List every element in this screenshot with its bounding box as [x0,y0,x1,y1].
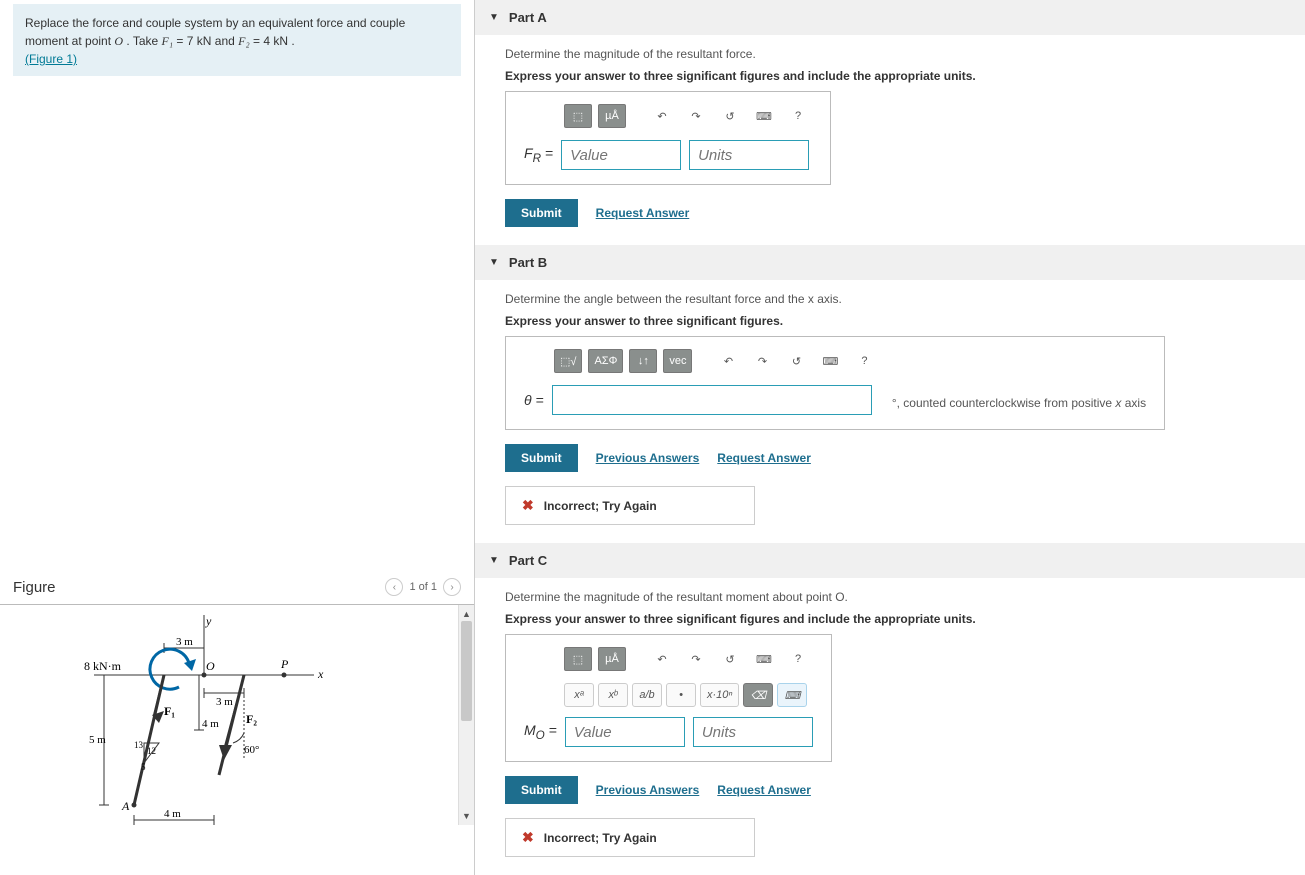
svg-text:13: 13 [134,740,144,750]
svg-text:O: O [206,659,215,673]
svg-text:F₂: F₂ [246,712,257,726]
figure-canvas: y x O P 3 m 3 m 8 kN·m [0,605,458,825]
part-b-header[interactable]: ▼ Part B [475,245,1305,280]
svg-text:x: x [317,667,324,681]
theta-label: θ = [524,392,544,408]
svg-text:8 kN·m: 8 kN·m [84,659,122,673]
part-c-answer-box: ⬚ µÅ ↶ ↷ ↺ ⌨ ? xᵃ xᵇ a/b • x·10ⁿ ⌫ ⌨ [505,634,832,762]
part-a-prompt: Determine the magnitude of the resultant… [505,47,1275,61]
template-button[interactable]: ⬚√ [554,349,582,373]
help-button[interactable]: ? [850,349,878,373]
figure-scrollbar[interactable]: ▲ ▼ [458,605,474,825]
next-figure-button[interactable]: › [443,578,461,596]
part-b-answer-box: ⬚√ ΑΣΦ ↓↑ vec ↶ ↷ ↺ ⌨ ? θ = [505,336,1165,430]
part-a-answer-box: ⬚ µÅ ↶ ↷ ↺ ⌨ ? FR = [505,91,831,185]
figure-link[interactable]: (Figure 1) [25,52,77,66]
part-b-submit-button[interactable]: Submit [505,444,578,472]
part-c-feedback: ✖ Incorrect; Try Again [505,818,755,857]
template-button[interactable]: ⬚ [564,104,592,128]
svg-text:3 m: 3 m [216,696,233,708]
mo-units-input[interactable] [693,717,813,747]
caret-down-icon: ▼ [489,12,499,23]
fraction-button[interactable]: a/b [632,683,662,707]
svg-text:4 m: 4 m [202,718,219,730]
prev-figure-button[interactable]: ‹ [385,578,403,596]
part-b-feedback: ✖ Incorrect; Try Again [505,486,755,525]
scroll-up-icon[interactable]: ▲ [459,607,474,621]
part-c-instruction: Express your answer to three significant… [505,612,1275,626]
svg-text:P: P [280,657,289,671]
part-b-request-answer-link[interactable]: Request Answer [717,451,811,465]
sci-notation-button[interactable]: x·10ⁿ [700,683,739,707]
incorrect-icon: ✖ [522,497,534,514]
problem-statement: Replace the force and couple system by a… [13,4,461,76]
part-a-instruction: Express your answer to three significant… [505,69,1275,83]
fr-value-input[interactable] [561,140,681,170]
vec-button[interactable]: vec [663,349,692,373]
mo-value-input[interactable] [565,717,685,747]
svg-text:12: 12 [147,746,156,756]
undo-button[interactable]: ↶ [648,104,676,128]
reset-button[interactable]: ↺ [716,647,744,671]
mo-label: MO = [524,722,557,742]
part-b-previous-answers-link[interactable]: Previous Answers [596,451,700,465]
svg-text:A: A [121,799,130,813]
svg-text:5 m: 5 m [89,734,106,746]
keyboard-button[interactable]: ⌨ [750,647,778,671]
mu-a-button[interactable]: µÅ [598,647,626,671]
x-sub-button[interactable]: xᵇ [598,683,628,707]
part-c-previous-answers-link[interactable]: Previous Answers [596,783,700,797]
figure-title: Figure [13,579,56,596]
svg-text:F₁: F₁ [164,704,175,718]
fr-label: FR = [524,145,553,165]
part-c-header[interactable]: ▼ Part C [475,543,1305,578]
x-sup-button[interactable]: xᵃ [564,683,594,707]
part-b-prompt: Determine the angle between the resultan… [505,292,1275,306]
theta-suffix: °, counted counterclockwise from positiv… [888,396,1146,410]
part-a-submit-button[interactable]: Submit [505,199,578,227]
point-O: O [114,34,123,48]
figure-pager: ‹ 1 of 1 › [385,578,461,596]
template-button[interactable]: ⬚ [564,647,592,671]
svg-text:60°: 60° [244,744,259,756]
svg-text:4 m: 4 m [164,808,181,820]
mu-a-button[interactable]: µÅ [598,104,626,128]
reset-button[interactable]: ↺ [716,104,744,128]
dot-button[interactable]: • [666,683,696,707]
svg-text:5: 5 [141,762,146,772]
redo-button[interactable]: ↷ [682,647,710,671]
updown-button[interactable]: ↓↑ [629,349,657,373]
help-button[interactable]: ? [784,104,812,128]
theta-input[interactable] [552,385,872,415]
part-c-submit-button[interactable]: Submit [505,776,578,804]
redo-button[interactable]: ↷ [682,104,710,128]
keyboard-button[interactable]: ⌨ [750,104,778,128]
part-a-request-answer-link[interactable]: Request Answer [596,206,690,220]
part-c-prompt: Determine the magnitude of the resultant… [505,590,1275,604]
part-b-instruction: Express your answer to three significant… [505,314,1275,328]
keyboard2-button[interactable]: ⌨ [777,683,807,707]
part-a-header[interactable]: ▼ Part A [475,0,1305,35]
keyboard-button[interactable]: ⌨ [816,349,844,373]
redo-button[interactable]: ↷ [748,349,776,373]
caret-down-icon: ▼ [489,257,499,268]
undo-button[interactable]: ↶ [714,349,742,373]
caret-down-icon: ▼ [489,555,499,566]
pager-text: 1 of 1 [409,581,437,593]
svg-text:3 m: 3 m [176,636,193,648]
undo-button[interactable]: ↶ [648,647,676,671]
incorrect-icon: ✖ [522,829,534,846]
svg-text:y: y [205,615,212,628]
scroll-thumb[interactable] [461,621,472,721]
greek-button[interactable]: ΑΣΦ [588,349,623,373]
reset-button[interactable]: ↺ [782,349,810,373]
scroll-down-icon[interactable]: ▼ [459,809,474,823]
help-button[interactable]: ? [784,647,812,671]
part-c-request-answer-link[interactable]: Request Answer [717,783,811,797]
fr-units-input[interactable] [689,140,809,170]
backspace-button[interactable]: ⌫ [743,683,773,707]
